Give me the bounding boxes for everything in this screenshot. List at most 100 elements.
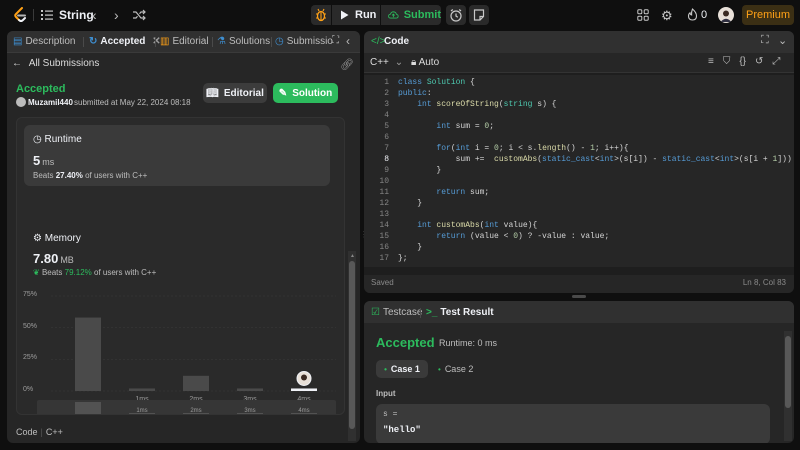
code-line[interactable]: 7 for(int i = 0; i < s.length() - 1; i++… bbox=[364, 144, 794, 155]
solution-button[interactable]: ✎ Solution bbox=[273, 83, 338, 103]
code-text[interactable]: }; bbox=[398, 254, 408, 263]
horizontal-splitter[interactable] bbox=[572, 295, 586, 298]
code-line[interactable]: 11 return sum; bbox=[364, 188, 794, 199]
user-avatar[interactable] bbox=[718, 7, 734, 23]
left-scrollbar[interactable]: ▲ bbox=[348, 251, 356, 441]
chevron-right-icon[interactable]: › bbox=[114, 7, 119, 23]
timer-button[interactable] bbox=[446, 5, 466, 25]
code-line[interactable]: 5 int sum = 0; bbox=[364, 122, 794, 133]
code-text[interactable]: } bbox=[398, 243, 422, 252]
tab-label: Submissio bbox=[286, 36, 333, 47]
code-panel: </> Code ⛶ ⌄ C++ ⌄ 🔒︎ Auto ≡ ⛉ {} ↺ ⤢ 1c… bbox=[364, 31, 794, 293]
code-line[interactable]: 9 } bbox=[364, 166, 794, 177]
tab-solutions[interactable]: ⚗ Solutions bbox=[217, 36, 270, 47]
alarm-clock-icon bbox=[450, 9, 462, 22]
code-line[interactable]: 8 sum += customAbs(static_cast<int>(s[i]… bbox=[364, 155, 794, 166]
chip-icon: ⚙ bbox=[33, 233, 42, 244]
fire-icon[interactable] bbox=[687, 8, 698, 21]
fullscreen-icon[interactable]: ⤢ bbox=[772, 56, 780, 67]
tab-test-result[interactable]: >_ Test Result bbox=[426, 307, 494, 318]
submit-button[interactable]: Submit bbox=[381, 5, 441, 25]
problem-list-icon[interactable] bbox=[40, 8, 54, 22]
code-text[interactable]: int sum = 0; bbox=[398, 122, 494, 131]
collapse-icon[interactable]: ‹ bbox=[346, 34, 350, 48]
notes-button[interactable] bbox=[469, 5, 489, 25]
tab-editorial[interactable]: ▥ Editorial bbox=[160, 36, 209, 47]
result-runtime: Runtime: 0 ms bbox=[439, 338, 498, 348]
bookmark-icon[interactable]: ⛉ bbox=[723, 56, 731, 67]
save-status: Saved bbox=[371, 278, 394, 287]
minimap-label: 2ms bbox=[190, 408, 201, 414]
code-text[interactable]: for(int i = 0; i < s.length() - 1; i++){ bbox=[398, 144, 628, 153]
code-text[interactable]: sum += customAbs(static_cast<int>(s[i]) … bbox=[398, 155, 794, 164]
tab-testcase[interactable]: ☑ Testcase bbox=[371, 307, 422, 318]
tab-description[interactable]: ▤ Description bbox=[13, 36, 75, 47]
distribution-chart[interactable]: 1ms 2ms 3ms 4ms 1ms 2ms 3ms 4ms 75% 50% 25% 0% bbox=[17, 286, 344, 414]
chevron-left-icon[interactable]: ‹ bbox=[92, 7, 97, 23]
scrollbar-thumb[interactable] bbox=[785, 336, 791, 408]
code-text[interactable]: int customAbs(int value){ bbox=[398, 221, 537, 230]
runtime-card[interactable]: ◷ Runtime 5 ms Beats 27.40% of users with… bbox=[24, 125, 330, 186]
tab-accepted[interactable]: ↻ Accepted ✕ bbox=[89, 36, 161, 47]
chart-bar[interactable] bbox=[183, 375, 209, 391]
autocomplete-toggle[interactable]: 🔒︎ Auto bbox=[411, 57, 439, 68]
run-button[interactable]: Run bbox=[332, 5, 380, 25]
code-text[interactable]: public: bbox=[398, 89, 432, 98]
code-text[interactable]: } bbox=[398, 166, 441, 175]
code-line[interactable]: 2 public: bbox=[364, 89, 794, 100]
braces-icon[interactable]: {} bbox=[739, 56, 746, 67]
case-1-tab[interactable]: • Case 1 bbox=[376, 360, 428, 378]
maximize-icon[interactable]: ⛶ bbox=[332, 35, 339, 46]
code-line[interactable]: 10 bbox=[364, 177, 794, 188]
format-icon[interactable]: ≡ bbox=[708, 56, 714, 67]
runtime-beats-prefix: Beats bbox=[33, 171, 54, 180]
problem-list-title[interactable]: String bbox=[59, 8, 94, 22]
code-line[interactable]: 14 int customAbs(int value){ bbox=[364, 221, 794, 232]
vertical-splitter[interactable]: ⋮ bbox=[360, 230, 368, 246]
debug-button[interactable] bbox=[311, 5, 331, 25]
submitter-avatar[interactable] bbox=[16, 97, 26, 107]
layout-grid-icon[interactable] bbox=[637, 9, 649, 21]
link-icon[interactable]: 🔗︎ bbox=[340, 58, 354, 71]
code-line[interactable]: 1 class Solution { bbox=[364, 78, 794, 89]
editorial-button[interactable]: 📖︎ Editorial bbox=[203, 83, 267, 103]
code-line[interactable]: 3 int scoreOfString(string s) { bbox=[364, 100, 794, 111]
shuffle-icon[interactable] bbox=[132, 8, 146, 22]
result-scrollbar[interactable] bbox=[784, 331, 792, 441]
chart-bar[interactable] bbox=[129, 388, 155, 391]
case-2-tab[interactable]: • Case 2 bbox=[438, 360, 486, 378]
code-text[interactable]: class Solution { bbox=[398, 78, 475, 87]
code-line[interactable]: 17}; bbox=[364, 254, 794, 265]
maximize-icon[interactable]: ⛶ bbox=[761, 34, 769, 47]
leetcode-logo[interactable] bbox=[13, 7, 27, 23]
line-number: 12 bbox=[379, 199, 389, 208]
code-line[interactable]: 13 bbox=[364, 210, 794, 221]
clock-icon: ◷ bbox=[33, 134, 42, 145]
code-text[interactable]: } bbox=[398, 199, 422, 208]
collapse-icon[interactable]: ⌄ bbox=[778, 34, 787, 47]
code-text[interactable]: return (value < 0) ? -value : value; bbox=[398, 232, 609, 241]
input-var-name: s = bbox=[383, 410, 398, 419]
all-submissions-link[interactable]: ← All Submissions bbox=[12, 58, 99, 69]
code-line[interactable]: 12 } bbox=[364, 199, 794, 210]
chart-bar[interactable] bbox=[237, 388, 263, 391]
tab-submissions[interactable]: ◷ Submissio bbox=[275, 36, 333, 47]
premium-button[interactable]: Premium bbox=[742, 5, 794, 25]
code-line[interactable]: 6 bbox=[364, 133, 794, 144]
reset-icon[interactable]: ↺ bbox=[755, 56, 763, 67]
code-line[interactable]: 16 } bbox=[364, 243, 794, 254]
code-line[interactable]: 15 return (value < 0) ? -value : value; bbox=[364, 232, 794, 243]
submitter-username[interactable]: Muzamil440 bbox=[28, 98, 73, 107]
code-editor[interactable]: 1 class Solution {2 public: 3 int scoreOfSt… bbox=[364, 75, 794, 267]
language-label: C++ bbox=[370, 57, 389, 68]
editorial-button-label: Editorial bbox=[223, 87, 264, 99]
code-text[interactable]: return sum; bbox=[398, 188, 489, 197]
code-line[interactable]: 4 bbox=[364, 111, 794, 122]
gear-icon[interactable]: ⚙ bbox=[661, 8, 673, 24]
code-text[interactable]: int scoreOfString(string s) { bbox=[398, 100, 556, 109]
scrollbar-thumb[interactable] bbox=[349, 261, 355, 429]
chart-bar[interactable] bbox=[75, 317, 101, 391]
scroll-up-icon[interactable]: ▲ bbox=[350, 253, 355, 259]
chart-bar[interactable] bbox=[291, 388, 317, 391]
language-select[interactable]: C++ ⌄ bbox=[370, 57, 403, 68]
